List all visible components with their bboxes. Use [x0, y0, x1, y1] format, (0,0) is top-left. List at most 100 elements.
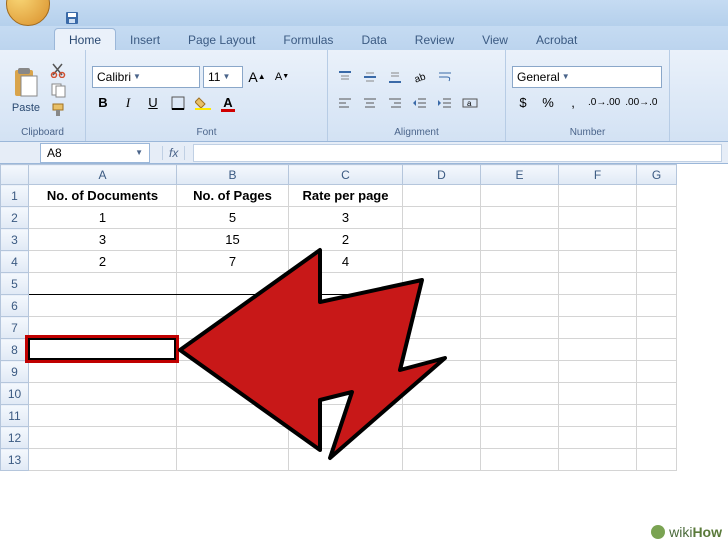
cell[interactable]	[481, 229, 559, 251]
cell[interactable]	[29, 273, 177, 295]
cell[interactable]	[403, 427, 481, 449]
tab-home[interactable]: Home	[54, 28, 116, 50]
italic-button[interactable]: I	[117, 92, 139, 114]
cell[interactable]	[289, 427, 403, 449]
cell[interactable]	[177, 427, 289, 449]
row-header[interactable]: 6	[1, 295, 29, 317]
cell[interactable]: 5	[177, 207, 289, 229]
align-left-icon[interactable]	[334, 92, 356, 114]
column-header[interactable]: G	[637, 165, 677, 185]
cell[interactable]	[559, 229, 637, 251]
cell[interactable]	[29, 383, 177, 405]
cell[interactable]: 7	[177, 251, 289, 273]
cell[interactable]	[403, 449, 481, 471]
cell[interactable]	[559, 295, 637, 317]
row-header[interactable]: 9	[1, 361, 29, 383]
cell[interactable]	[29, 339, 177, 361]
tab-page-layout[interactable]: Page Layout	[174, 29, 269, 50]
tab-insert[interactable]: Insert	[116, 29, 174, 50]
cell[interactable]	[637, 339, 677, 361]
cell[interactable]	[559, 383, 637, 405]
comma-button[interactable]: ,	[562, 92, 584, 114]
copy-icon[interactable]	[50, 82, 68, 98]
cell[interactable]	[289, 273, 403, 295]
cell[interactable]: 4	[289, 251, 403, 273]
tab-formulas[interactable]: Formulas	[269, 29, 347, 50]
wrap-text-icon[interactable]	[434, 66, 456, 88]
cell[interactable]	[177, 339, 289, 361]
cell[interactable]	[289, 405, 403, 427]
row-header[interactable]: 8	[1, 339, 29, 361]
cell[interactable]	[559, 405, 637, 427]
row-header[interactable]: 11	[1, 405, 29, 427]
column-header[interactable]: B	[177, 165, 289, 185]
row-header[interactable]: 1	[1, 185, 29, 207]
cell[interactable]	[177, 361, 289, 383]
cut-icon[interactable]	[50, 62, 68, 78]
cell[interactable]	[29, 449, 177, 471]
row-header[interactable]: 4	[1, 251, 29, 273]
align-center-icon[interactable]	[359, 92, 381, 114]
increase-indent-icon[interactable]	[434, 92, 456, 114]
align-middle-icon[interactable]	[359, 66, 381, 88]
cell[interactable]	[177, 317, 289, 339]
increase-decimal-icon[interactable]: .0→.00	[587, 92, 621, 114]
cell[interactable]	[481, 383, 559, 405]
row-header[interactable]: 10	[1, 383, 29, 405]
underline-button[interactable]: U	[142, 92, 164, 114]
cell[interactable]	[481, 295, 559, 317]
cell[interactable]	[403, 185, 481, 207]
cell[interactable]	[559, 427, 637, 449]
cell[interactable]	[29, 405, 177, 427]
tab-review[interactable]: Review	[401, 29, 468, 50]
cell[interactable]	[403, 339, 481, 361]
font-name-combo[interactable]: Calibri▼	[92, 66, 200, 88]
cell-grid[interactable]: ABCDEFG1No. of DocumentsNo. of PagesRate…	[0, 164, 677, 471]
bold-button[interactable]: B	[92, 92, 114, 114]
cell[interactable]	[481, 185, 559, 207]
cell[interactable]	[559, 317, 637, 339]
cell[interactable]	[637, 317, 677, 339]
cell[interactable]: 2	[289, 229, 403, 251]
tab-acrobat[interactable]: Acrobat	[522, 29, 591, 50]
row-header[interactable]: 3	[1, 229, 29, 251]
cell[interactable]	[177, 383, 289, 405]
select-all-corner[interactable]	[1, 165, 29, 185]
cell[interactable]	[29, 295, 177, 317]
border-button[interactable]	[167, 92, 189, 114]
decrease-indent-icon[interactable]	[409, 92, 431, 114]
cell[interactable]: 2	[29, 251, 177, 273]
cell[interactable]	[637, 229, 677, 251]
decrease-font-icon[interactable]: A▼	[271, 66, 293, 88]
save-icon[interactable]	[64, 10, 80, 26]
fx-button[interactable]: fx	[162, 146, 185, 160]
orientation-icon[interactable]: ab	[409, 66, 431, 88]
cell[interactable]	[481, 405, 559, 427]
cell[interactable]	[289, 317, 403, 339]
cell[interactable]	[177, 273, 289, 295]
cell[interactable]	[637, 295, 677, 317]
cell[interactable]	[637, 273, 677, 295]
name-box[interactable]: A8 ▼	[40, 143, 150, 163]
row-header[interactable]: 7	[1, 317, 29, 339]
currency-button[interactable]: $	[512, 92, 534, 114]
cell[interactable]	[559, 449, 637, 471]
cell[interactable]	[559, 185, 637, 207]
cell[interactable]	[29, 427, 177, 449]
row-header[interactable]: 2	[1, 207, 29, 229]
cell[interactable]	[481, 339, 559, 361]
cell[interactable]	[637, 361, 677, 383]
cell[interactable]	[29, 361, 177, 383]
cell[interactable]	[289, 449, 403, 471]
font-color-button[interactable]: A	[217, 92, 239, 114]
cell[interactable]	[481, 317, 559, 339]
formula-input[interactable]	[193, 144, 722, 162]
merge-center-icon[interactable]: a	[459, 92, 481, 114]
cell[interactable]	[403, 317, 481, 339]
row-header[interactable]: 12	[1, 427, 29, 449]
cell[interactable]	[637, 383, 677, 405]
cell[interactable]	[481, 273, 559, 295]
tab-view[interactable]: View	[468, 29, 522, 50]
cell[interactable]	[177, 405, 289, 427]
percent-button[interactable]: %	[537, 92, 559, 114]
